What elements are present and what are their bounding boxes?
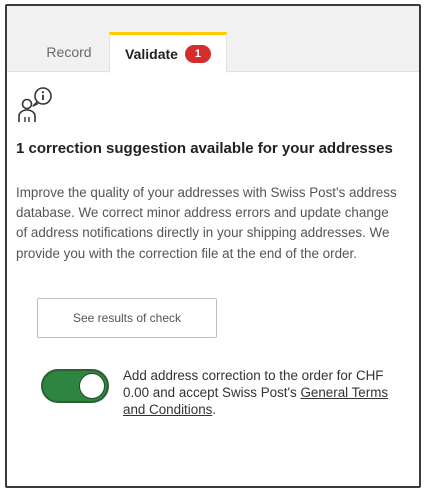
tab-record[interactable]: Record [29,32,109,72]
toggle-label-end: . [212,402,217,417]
tab-bar: Record Validate 1 [7,6,419,73]
see-results-button[interactable]: See results of check [37,298,217,338]
tab-record-label: Record [46,44,92,60]
toggle-knob [79,373,105,399]
correction-heading: 1 correction suggestion available for yo… [16,140,393,157]
tab-validate-label: Validate [125,46,178,62]
person-info-icon [18,87,52,122]
toggle-label: Add address correction to the order for … [123,367,403,418]
correction-description: Improve the quality of your addresses wi… [16,185,397,261]
address-correction-toggle[interactable] [41,369,109,403]
tab-validate[interactable]: Validate 1 [109,32,227,73]
notification-badge: 1 [184,45,211,63]
validation-panel: Record Validate 1 1 correction suggestio… [5,4,421,488]
